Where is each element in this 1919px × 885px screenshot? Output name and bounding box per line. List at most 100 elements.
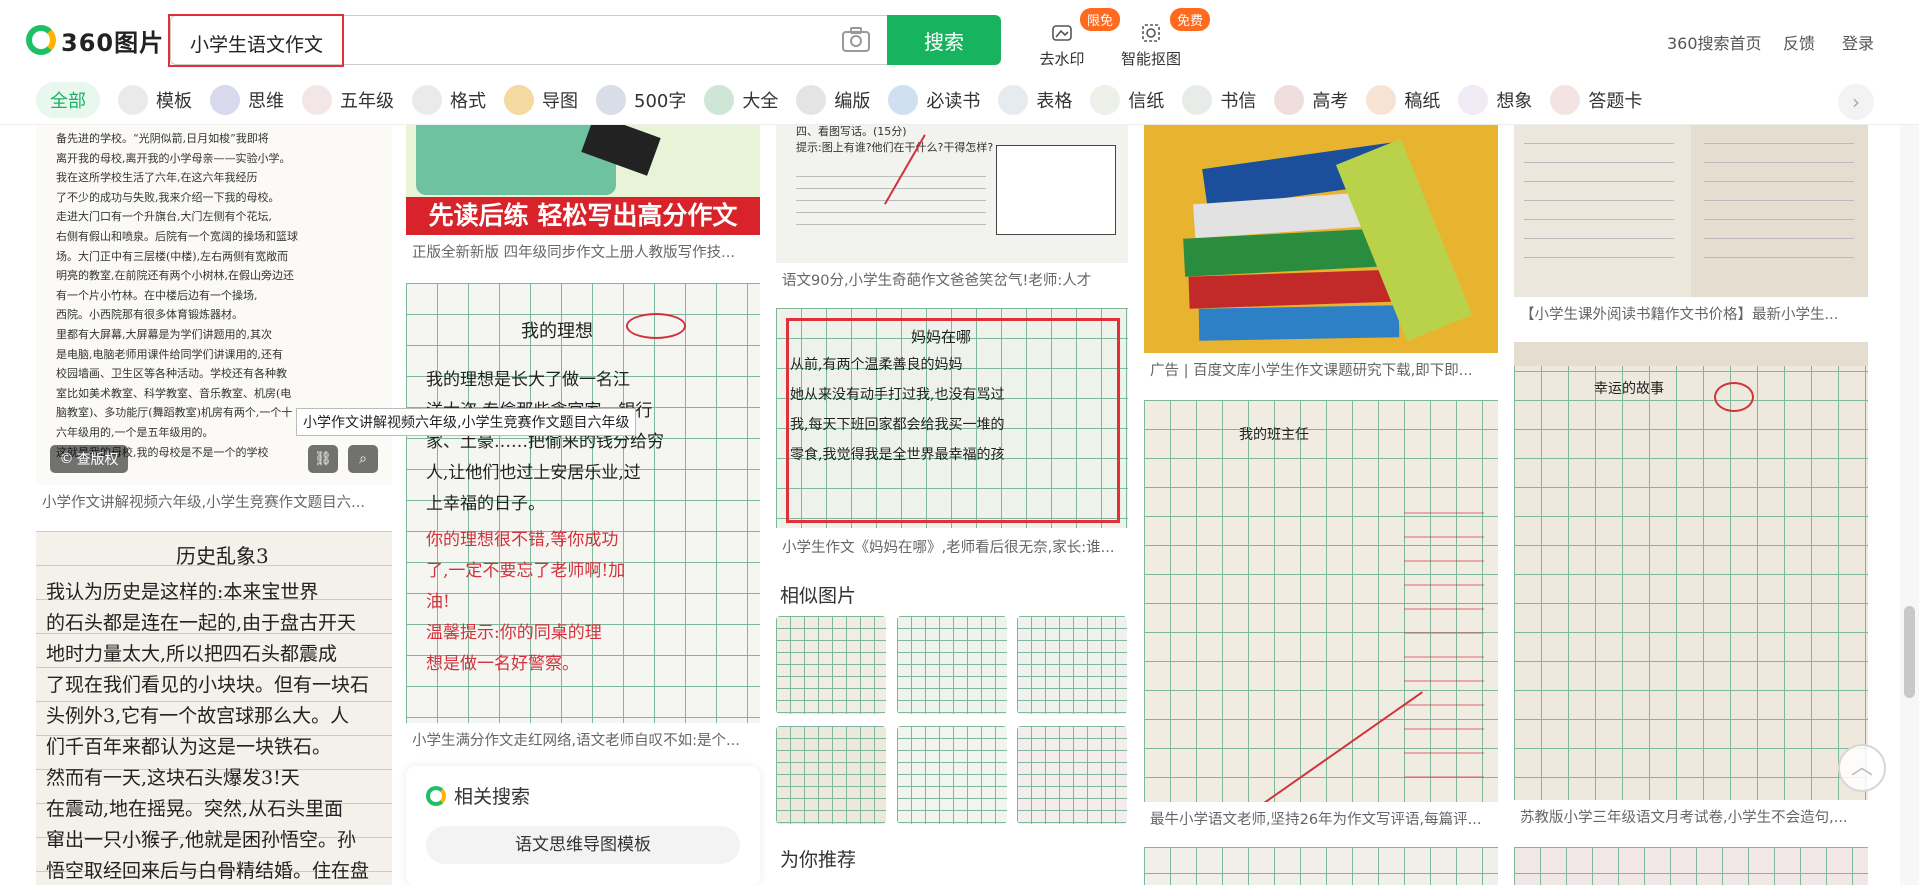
- tag-scroll-right-button[interactable]: ›: [1838, 84, 1874, 120]
- tag-letter-paper[interactable]: 信纸: [1090, 82, 1164, 118]
- search-input[interactable]: 小学生语文作文: [168, 14, 344, 67]
- essay-line: 备先进的学校。“光阴似箭,日月如梭”我即将: [56, 132, 269, 145]
- login-link[interactable]: 登录: [1842, 30, 1874, 54]
- copyright-check-button[interactable]: © 查版权: [50, 445, 128, 473]
- essay-image[interactable]: 幸运的故事: [1514, 342, 1868, 800]
- exam-prompt: 提示:图上有谁?他们在干什么?干得怎样?: [796, 141, 994, 154]
- tag-thumb-icon: [210, 85, 240, 115]
- tag-mindmap[interactable]: 思维: [210, 82, 284, 118]
- home-link[interactable]: 360搜索首页: [1667, 30, 1762, 54]
- tag-thumb-icon: [596, 85, 626, 115]
- book-banner-image[interactable]: 先读后练 轻松写出高分作文: [406, 125, 760, 235]
- essay-image[interactable]: 我的班主任: [1144, 400, 1498, 802]
- tag-label: 编版: [834, 91, 871, 112]
- tag-grade5[interactable]: 五年级: [302, 82, 394, 118]
- watermark-icon: [1052, 25, 1072, 41]
- tag-template[interactable]: 模板: [118, 82, 192, 118]
- similar-image-thumb[interactable]: [776, 726, 886, 824]
- essay-line: 我,每天下班回家都会给我买一堆的: [790, 417, 1005, 433]
- essay-image[interactable]: 我的理想 我的理想是长大了做一名江洋大盗,专偷那些贪官家、银行家、土豪……把偷来…: [406, 283, 760, 723]
- image-card[interactable]: 妈妈在哪 从前,有两个温柔善良的妈妈 她从来没有动手打过我,也没有骂过 我,每天下班…: [776, 308, 1128, 560]
- image-caption[interactable]: 广告 | 百度文库小学生作文课题研究下载,即下即...: [1150, 359, 1490, 380]
- similar-image-thumb[interactable]: [897, 726, 1007, 824]
- image-caption[interactable]: 苏教版小学三年级语文月考试卷,小学生不会造句,...: [1520, 806, 1860, 827]
- tag-draft-paper[interactable]: 稿纸: [1366, 82, 1440, 118]
- image-card[interactable]: 备先进的学校。“光阴似箭,日月如梭”我即将 离开我的母校,离开我的小学母亲——实验…: [36, 125, 392, 515]
- tag-thumb-icon: [998, 85, 1029, 115]
- image-caption[interactable]: 小学作文讲解视频六年级,小学生竞赛作文题目六...: [42, 491, 382, 512]
- site-logo[interactable]: 360图片: [26, 24, 165, 57]
- image-card[interactable]: [1144, 847, 1498, 885]
- tag-gaokao[interactable]: 高考: [1274, 82, 1348, 118]
- image-card[interactable]: 四、看图写话。(15分) 提示:图上有谁?他们在干什么?干得怎样? 语文90分,…: [776, 125, 1128, 290]
- essay-line: 她从来没有动手打过我,也没有骂过: [790, 387, 1005, 403]
- similar-image-thumb[interactable]: [1017, 726, 1127, 824]
- image-caption[interactable]: 【小学生课外阅读书籍作文书价格】最新小学生...: [1520, 303, 1860, 324]
- image-caption[interactable]: 语文90分,小学生奇葩作文爸爸笑岔气!老师:人才: [782, 269, 1122, 290]
- image-card[interactable]: 我的班主任 最牛小学语文老师,坚持26年为作文写评语,每篇评...: [1144, 400, 1498, 830]
- page-text-lines: [1524, 125, 1674, 275]
- tag-500-words[interactable]: 500字: [596, 82, 686, 118]
- image-caption[interactable]: 小学生作文《妈妈在哪》,老师看后很无奈,家长:谁...: [782, 536, 1122, 557]
- essay-image[interactable]: [1514, 847, 1868, 885]
- back-to-top-button[interactable]: ︿: [1838, 744, 1886, 792]
- essay-image[interactable]: [1144, 847, 1498, 885]
- essay-line: 西院。小西院那有很多体育锻炼器材。: [56, 308, 243, 322]
- feedback-link[interactable]: 反馈: [1783, 30, 1815, 54]
- essay-line: 的石头都是连在一起的,由于盘古开天: [46, 612, 357, 634]
- copyright-icon: ©: [59, 451, 74, 467]
- tag-imagination[interactable]: 想象: [1458, 82, 1532, 118]
- exam-image[interactable]: 四、看图写话。(15分) 提示:图上有谁?他们在干什么?干得怎样?: [776, 125, 1128, 263]
- scrollbar-track[interactable]: [1900, 125, 1919, 885]
- ad-card[interactable]: 广告 | 百度文库小学生作文课题研究下载,即下即...: [1144, 125, 1498, 385]
- tag-label: 格式: [450, 91, 486, 112]
- tag-table[interactable]: 表格: [998, 82, 1072, 118]
- similar-image-thumb[interactable]: [776, 616, 886, 714]
- top-header: 360图片 小学生语文作文 搜索 去水印 限免 智能抠图 免费 360搜索首页 …: [0, 0, 1919, 125]
- similar-image-thumb[interactable]: [897, 616, 1007, 714]
- image-search-icon[interactable]: ⌕: [348, 445, 378, 473]
- image-card[interactable]: 【小学生课外阅读书籍作文书价格】最新小学生...: [1514, 125, 1868, 325]
- tag-label: 大全: [742, 91, 779, 112]
- essay-image[interactable]: 妈妈在哪 从前,有两个温柔善良的妈妈 她从来没有动手打过我,也没有骂过 我,每天下班…: [776, 308, 1128, 528]
- image-card[interactable]: 幸运的故事 苏教版小学三年级语文月考试卷,小学生不会造句,...: [1514, 342, 1868, 832]
- image-card[interactable]: [1514, 847, 1868, 885]
- tag-must-read[interactable]: 必读书: [888, 82, 980, 118]
- camera-icon[interactable]: [840, 26, 872, 54]
- tag-label: 答题卡: [1588, 91, 1643, 112]
- image-card[interactable]: 先读后练 轻松写出高分作文 正版全新新版 四年级同步作文上册人教版写作技...: [406, 125, 760, 265]
- link-icon[interactable]: ⛓: [308, 445, 338, 473]
- book-page-image[interactable]: [1514, 125, 1868, 297]
- tag-label: 导图: [542, 91, 578, 112]
- image-caption[interactable]: 正版全新新版 四年级同步作文上册人教版写作技...: [412, 241, 752, 262]
- books-image[interactable]: [1144, 125, 1498, 353]
- similar-image-thumb[interactable]: [1017, 616, 1127, 714]
- essay-image[interactable]: 历史乱象3 我认为历史是这样的:本来宝世界 的石头都是连在一起的,由于盘古开天 地时…: [36, 531, 392, 885]
- essay-title: 历史乱象3: [176, 544, 269, 568]
- cutout-icon: [1142, 24, 1160, 42]
- tag-all[interactable]: 全部: [36, 82, 100, 118]
- tag-label: 必读书: [926, 91, 981, 112]
- essay-line: 了不少的成功与失败,我来介绍一下我的母校。: [56, 190, 280, 204]
- essay-title: 妈妈在哪: [911, 328, 972, 346]
- tag-format[interactable]: 格式: [412, 82, 486, 118]
- tag-answer-sheet[interactable]: 答题卡: [1550, 82, 1642, 118]
- related-search-item[interactable]: 语文思维导图模板: [426, 826, 740, 864]
- tag-guide-map[interactable]: 导图: [504, 82, 578, 118]
- tag-collection[interactable]: 大全: [704, 82, 778, 118]
- essay-line: 六年级用的,一个是五年级用的。: [56, 426, 214, 439]
- tag-thumb-icon: [118, 85, 148, 115]
- tag-letter[interactable]: 书信: [1182, 82, 1256, 118]
- image-card[interactable]: 历史乱象3 我认为历史是这样的:本来宝世界 的石头都是连在一起的,由于盘古开天 地时…: [36, 531, 392, 885]
- search-button[interactable]: 搜索: [887, 15, 1001, 65]
- essay-title: 幸运的故事: [1594, 381, 1664, 397]
- tag-edition[interactable]: 编版: [796, 82, 870, 118]
- essay-line: 人,让他们也过上安居乐业,过: [426, 463, 641, 483]
- tag-label: 表格: [1036, 91, 1073, 112]
- tag-thumb-icon: [1366, 85, 1397, 115]
- image-caption[interactable]: 最牛小学语文老师,坚持26年为作文写评语,每篇评...: [1150, 808, 1490, 829]
- tag-label: 模板: [156, 91, 192, 112]
- scrollbar-thumb[interactable]: [1904, 606, 1915, 698]
- logo-text: 360图片: [61, 28, 165, 57]
- image-caption[interactable]: 小学生满分作文走红网络,语文老师自叹不如:是个...: [412, 729, 752, 750]
